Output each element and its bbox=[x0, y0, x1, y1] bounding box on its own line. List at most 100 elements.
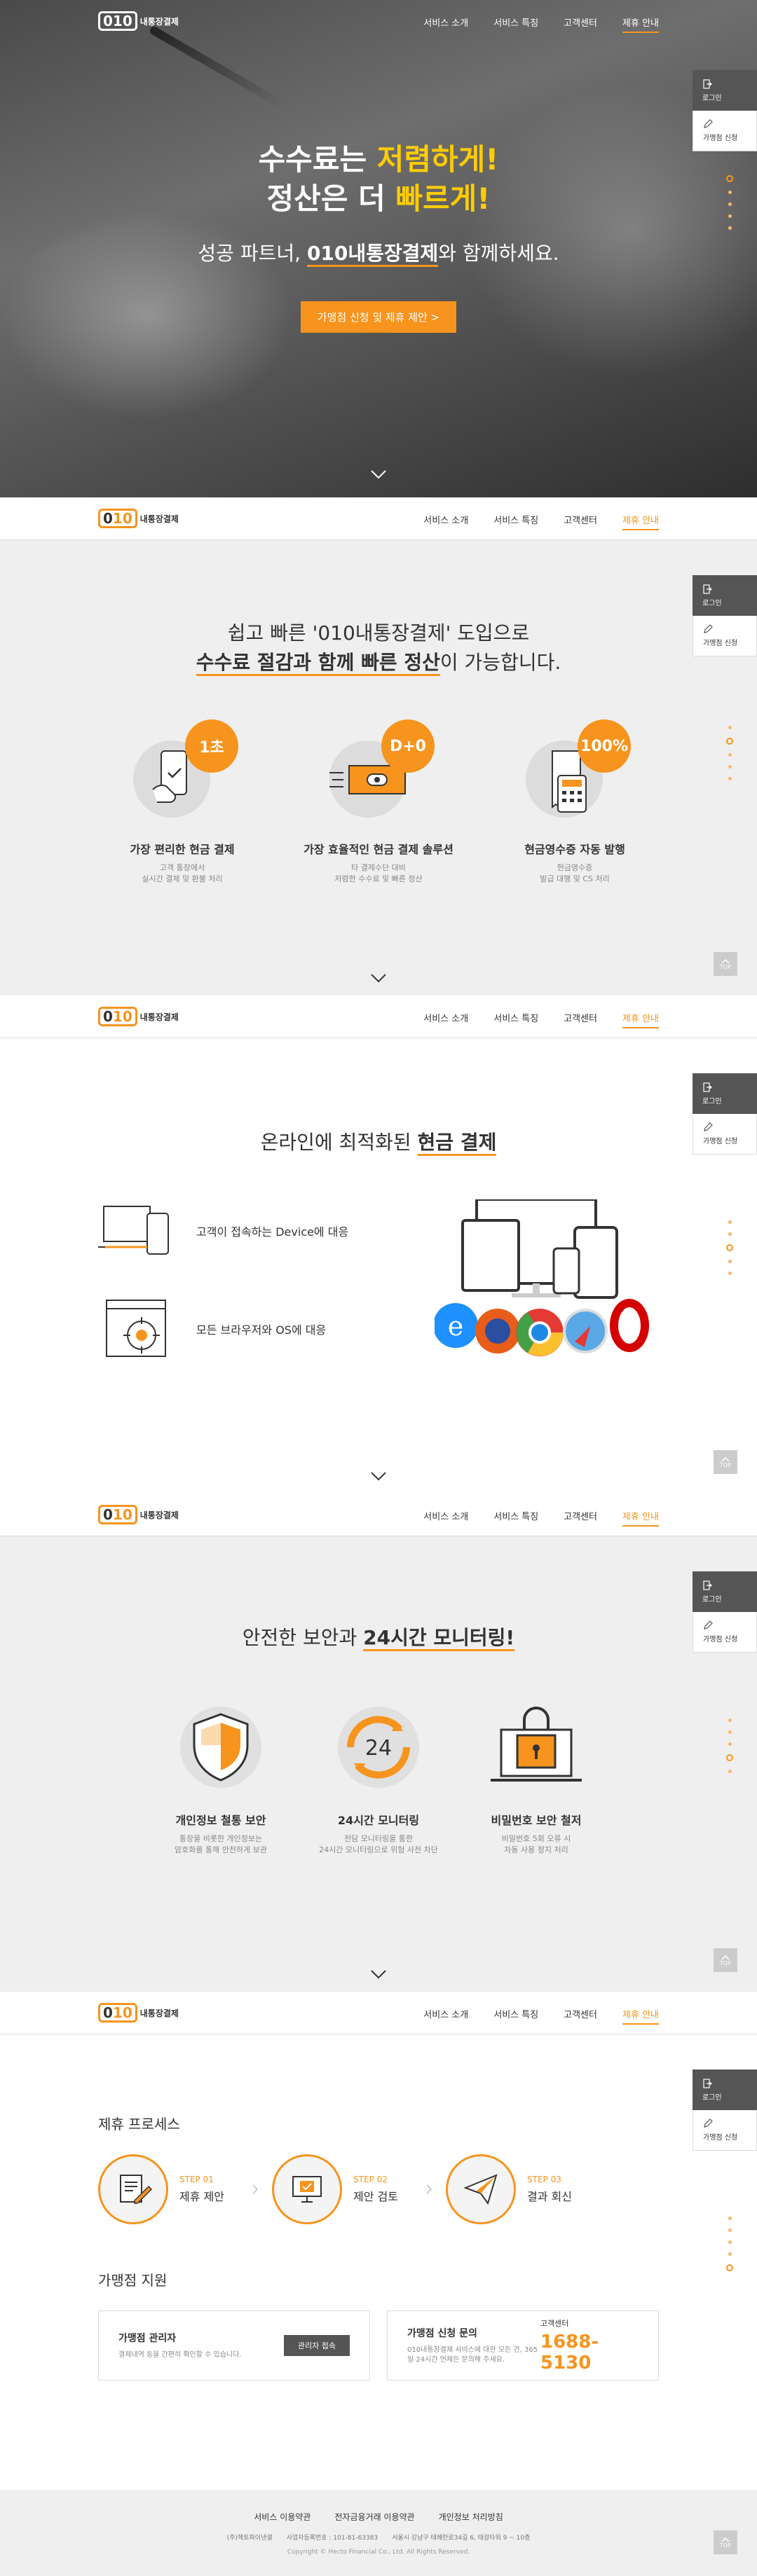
merchant-apply-desc: 010내통장결제 서비스에 대한 모든 건, 365일 24시간 언제든 문의해… bbox=[407, 2346, 538, 2364]
nav-item-service-features[interactable]: 서비스 특징 bbox=[493, 998, 538, 1035]
pager-dot[interactable] bbox=[726, 175, 733, 182]
24-hour-clock-icon: 24 bbox=[338, 1707, 419, 1788]
nav-item-partnership[interactable]: 제휴 안내 bbox=[622, 3, 659, 40]
nav-item-service-intro[interactable]: 서비스 소개 bbox=[423, 998, 468, 1035]
pager-dot[interactable] bbox=[728, 1742, 732, 1746]
nav-item-partnership[interactable]: 제휴 안내 bbox=[622, 1995, 659, 2032]
chevron-up-icon bbox=[721, 1456, 730, 1462]
scroll-top-label: TOP bbox=[719, 963, 731, 970]
pager-dot[interactable] bbox=[726, 738, 733, 745]
online-item-device: 고객이 접속하는 Device에 대응 bbox=[98, 1199, 378, 1262]
logo-mark: 0 10 bbox=[98, 2003, 137, 2023]
scroll-top-button[interactable]: TOP bbox=[714, 1450, 737, 1474]
pager-dot[interactable] bbox=[726, 2264, 733, 2271]
pager-dot[interactable] bbox=[728, 1272, 732, 1275]
pager-dot[interactable] bbox=[728, 1770, 732, 1773]
nav-item-service-features[interactable]: 서비스 특징 bbox=[493, 1496, 538, 1534]
chevron-down-icon[interactable] bbox=[370, 1969, 387, 1979]
admin-login-button[interactable]: 관리자 접속 bbox=[283, 2335, 350, 2356]
pager-dot[interactable] bbox=[728, 726, 732, 729]
intro-features: 1초 가장 편리한 현금 결제 고객 통장에서 실시간 결제 및 환불 처리 D+… bbox=[98, 719, 659, 885]
step-name: 결과 회신 bbox=[527, 2190, 572, 2203]
scroll-top-button[interactable]: TOP bbox=[714, 1948, 737, 1972]
footer-company-info: (주)헥토파이낸셜 사업자등록번호 : 101-81-63383 서울시 강남구… bbox=[0, 2533, 757, 2542]
pager-dot[interactable] bbox=[726, 1244, 733, 1251]
pager-dot[interactable] bbox=[726, 1754, 733, 1761]
pager-dot[interactable] bbox=[728, 1260, 732, 1263]
section-pager bbox=[726, 2217, 733, 2271]
chevron-down-icon[interactable] bbox=[370, 469, 387, 479]
quick-login-button[interactable]: 로그인 bbox=[693, 70, 757, 111]
nav-item-service-intro[interactable]: 서비스 소개 bbox=[423, 500, 468, 537]
quick-login-button[interactable]: 로그인 bbox=[693, 1571, 757, 1612]
apply-partnership-button[interactable]: 가맹점 신청 및 제휴 제안 > bbox=[300, 301, 457, 333]
pager-dot[interactable] bbox=[728, 777, 732, 780]
step-name: 제안 검토 bbox=[353, 2190, 398, 2203]
nav-item-customer-center[interactable]: 고객센터 bbox=[564, 500, 597, 537]
logo-mark: 0 10 bbox=[98, 1007, 137, 1026]
security-feature-desc: 통장을 비롯한 개인정보는 암호화를 통해 안전하게 보관 bbox=[175, 1834, 267, 1854]
main-menu: 서비스 소개 서비스 특징 고객센터 제휴 안내 bbox=[423, 998, 659, 1035]
pager-dot[interactable] bbox=[728, 753, 732, 757]
footer-company: (주)헥토파이낸셜 bbox=[226, 2535, 273, 2542]
quick-apply-button[interactable]: 가맹점 신청 bbox=[693, 1114, 757, 1155]
nav-item-customer-center[interactable]: 고객센터 bbox=[564, 1995, 597, 2032]
nav-item-service-features[interactable]: 서비스 특징 bbox=[493, 1995, 538, 2032]
online-body: 고객이 접속하는 Device에 대응 모든 브라우저와 OS에 대응 e bbox=[98, 1198, 659, 1396]
quick-login-button[interactable]: 로그인 bbox=[693, 2069, 757, 2110]
chevron-down-icon[interactable] bbox=[370, 1471, 387, 1481]
logo[interactable]: 0 10 내통장결제 bbox=[98, 2003, 179, 2023]
nav-item-partnership[interactable]: 제휴 안내 bbox=[622, 500, 659, 537]
pager-dot[interactable] bbox=[728, 1719, 732, 1722]
logo[interactable]: 0 10 내통장결제 bbox=[98, 509, 179, 528]
nav-item-customer-center[interactable]: 고객센터 bbox=[564, 1496, 597, 1534]
footer-link-terms[interactable]: 서비스 이용약관 bbox=[254, 2511, 311, 2523]
quick-apply-button[interactable]: 가맹점 신청 bbox=[693, 111, 757, 151]
login-icon bbox=[703, 1082, 712, 1092]
pager-dot[interactable] bbox=[728, 226, 732, 230]
logo[interactable]: 0 10 내통장결제 bbox=[98, 11, 179, 31]
quick-apply-button[interactable]: 가맹점 신청 bbox=[693, 616, 757, 656]
nav-item-service-features[interactable]: 서비스 특징 bbox=[493, 500, 538, 537]
logo[interactable]: 0 10 내통장결제 bbox=[98, 1007, 179, 1026]
chevron-down-icon[interactable] bbox=[370, 973, 387, 983]
pencil-icon bbox=[704, 2119, 713, 2128]
scroll-top-button[interactable]: TOP bbox=[714, 952, 737, 976]
online-item-label: 모든 브라우저와 OS에 대응 bbox=[196, 1323, 327, 1337]
hero-copy: 수수료는 저렴하게! 정산은 더 빠르게! 성공 파트너, 010내통장결제와 … bbox=[0, 140, 757, 333]
quick-apply-button[interactable]: 가맹점 신청 bbox=[693, 1612, 757, 1653]
nav-item-partnership[interactable]: 제휴 안내 bbox=[622, 998, 659, 1035]
footer-link-efinance-terms[interactable]: 전자금융거래 이용약관 bbox=[334, 2511, 414, 2523]
pager-dot[interactable] bbox=[728, 765, 732, 769]
footer-links: 서비스 이용약관 전자금융거래 이용약관 개인정보 처리방침 bbox=[0, 2511, 757, 2523]
pager-dot[interactable] bbox=[728, 2229, 732, 2232]
nav-item-customer-center[interactable]: 고객센터 bbox=[564, 998, 597, 1035]
scroll-top-button[interactable]: TOP bbox=[714, 2530, 737, 2554]
pager-dot[interactable] bbox=[728, 2240, 732, 2244]
pager-dot[interactable] bbox=[728, 202, 732, 206]
pager-dot[interactable] bbox=[728, 2252, 732, 2256]
pager-dot[interactable] bbox=[728, 1220, 732, 1224]
nav-item-service-intro[interactable]: 서비스 소개 bbox=[423, 3, 468, 40]
nav-item-service-intro[interactable]: 서비스 소개 bbox=[423, 1496, 468, 1534]
nav-item-customer-center[interactable]: 고객센터 bbox=[564, 3, 597, 40]
nav-item-service-features[interactable]: 서비스 특징 bbox=[493, 3, 538, 40]
nav-item-service-intro[interactable]: 서비스 소개 bbox=[423, 1995, 468, 2032]
pager-dot[interactable] bbox=[728, 2217, 732, 2220]
quick-login-button[interactable]: 로그인 bbox=[693, 1073, 757, 1114]
footer-link-privacy[interactable]: 개인정보 처리방침 bbox=[439, 2511, 503, 2523]
security-feature-password: 비밀번호 보안 철저 비밀번호 5회 오류 시 자동 사용 정지 처리 bbox=[466, 1702, 606, 1856]
logo[interactable]: 0 10 내통장결제 bbox=[98, 1505, 179, 1524]
feature-desc: 타 결제수단 대비 저렴한 수수료 및 빠른 정산 bbox=[334, 863, 423, 883]
quick-apply-button[interactable]: 가맹점 신청 bbox=[693, 2110, 757, 2151]
logo-text: 내통장결제 bbox=[139, 1510, 179, 1520]
quick-login-button[interactable]: 로그인 bbox=[693, 575, 757, 616]
pager-dot[interactable] bbox=[728, 1232, 732, 1236]
nav-item-partnership[interactable]: 제휴 안내 bbox=[622, 1496, 659, 1534]
customer-center-phone[interactable]: 1688-5130 bbox=[540, 2332, 639, 2374]
quick-menu: 로그인 가맹점 신청 bbox=[693, 2069, 757, 2151]
pager-dot[interactable] bbox=[728, 1730, 732, 1734]
pager-dot[interactable] bbox=[728, 191, 732, 194]
pager-dot[interactable] bbox=[728, 214, 732, 218]
section-header-bar: 0 10 내통장결제 서비스 소개 서비스 특징 고객센터 제휴 안내 bbox=[0, 996, 757, 1038]
